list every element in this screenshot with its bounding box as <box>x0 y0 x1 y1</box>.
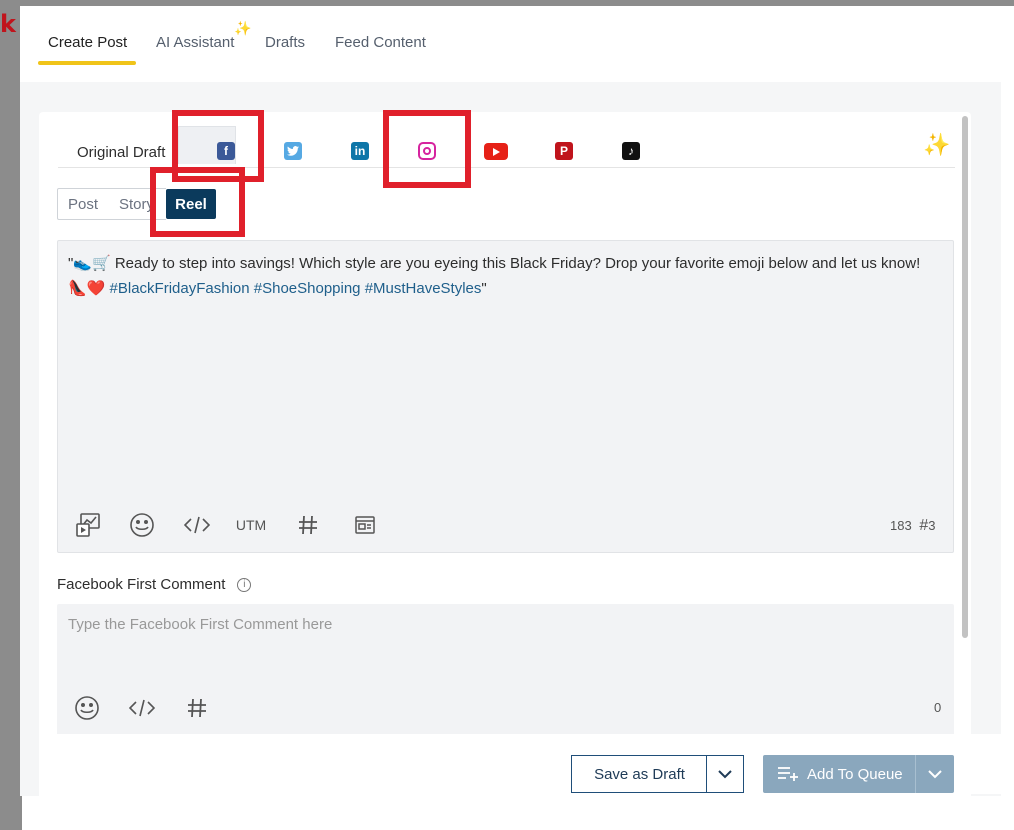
emoji-icon[interactable] <box>128 511 156 539</box>
highlight-box-reel <box>150 167 245 237</box>
queue-icon <box>778 767 798 781</box>
code-icon[interactable] <box>127 694 157 722</box>
tab-ai-assistant[interactable]: AI Assistant <box>156 34 234 51</box>
twitter-icon[interactable] <box>284 142 302 160</box>
tab-drafts[interactable]: Drafts <box>265 34 305 51</box>
ai-sparkle-icon[interactable]: ✨ <box>923 132 950 158</box>
queue-options-button[interactable] <box>915 755 954 793</box>
hashtag-icon[interactable] <box>185 694 209 722</box>
info-icon[interactable]: i <box>237 577 252 592</box>
first-comment-char-count: 0 <box>934 700 942 715</box>
hashtag-icon[interactable] <box>296 511 320 539</box>
first-comment-input[interactable]: Type the Facebook First Comment here 0 <box>57 604 954 744</box>
post-text[interactable]: "👟🛒 Ready to step into savings! Which st… <box>68 251 943 301</box>
linkedin-icon[interactable]: in <box>351 142 369 160</box>
emoji-icon[interactable] <box>73 694 101 722</box>
save-as-draft-button[interactable]: Save as Draft <box>571 755 707 793</box>
pinterest-icon[interactable]: P <box>555 142 573 160</box>
utm-button[interactable]: UTM <box>234 511 268 539</box>
char-count: 183 <box>890 518 912 533</box>
content-library-icon[interactable] <box>352 511 378 539</box>
modal-tab-bar: Create Post AI Assistant ✨ Drafts Feed C… <box>20 6 1001 82</box>
tab-original-draft[interactable]: Original Draft <box>77 144 165 161</box>
hashtag-count: 3 <box>928 518 936 533</box>
post-type-post[interactable]: Post <box>57 188 109 220</box>
draft-options-button[interactable] <box>706 755 744 793</box>
sparkle-icon: ✨ <box>234 20 252 36</box>
first-comment-placeholder: Type the Facebook First Comment here <box>68 616 333 633</box>
tiktok-icon[interactable]: ♪ <box>622 142 640 160</box>
background-logo-fragment: k <box>0 10 16 38</box>
character-counter: 183 #3 <box>890 517 935 535</box>
tab-feed-content[interactable]: Feed Content <box>335 34 426 51</box>
post-text-end: " <box>481 280 487 297</box>
code-icon[interactable] <box>182 511 212 539</box>
youtube-icon[interactable] <box>484 143 508 160</box>
hashtag-count-icon: # <box>919 517 929 534</box>
first-comment-label: Facebook First Comment i <box>57 576 252 593</box>
add-to-queue-label: Add To Queue <box>807 765 903 783</box>
first-comment-title: Facebook First Comment <box>57 576 226 593</box>
scrollbar[interactable] <box>962 116 968 638</box>
add-to-queue-button[interactable]: Add To Queue <box>763 755 915 793</box>
highlight-box-instagram <box>383 110 471 188</box>
post-editor[interactable]: "👟🛒 Ready to step into savings! Which st… <box>57 240 954 553</box>
tab-create-post[interactable]: Create Post <box>48 34 127 51</box>
page-backdrop <box>0 0 22 830</box>
post-hashtags: #BlackFridayFashion #ShoeShopping #MustH… <box>109 280 482 297</box>
media-library-icon[interactable] <box>74 511 102 539</box>
active-tab-indicator <box>38 61 136 65</box>
